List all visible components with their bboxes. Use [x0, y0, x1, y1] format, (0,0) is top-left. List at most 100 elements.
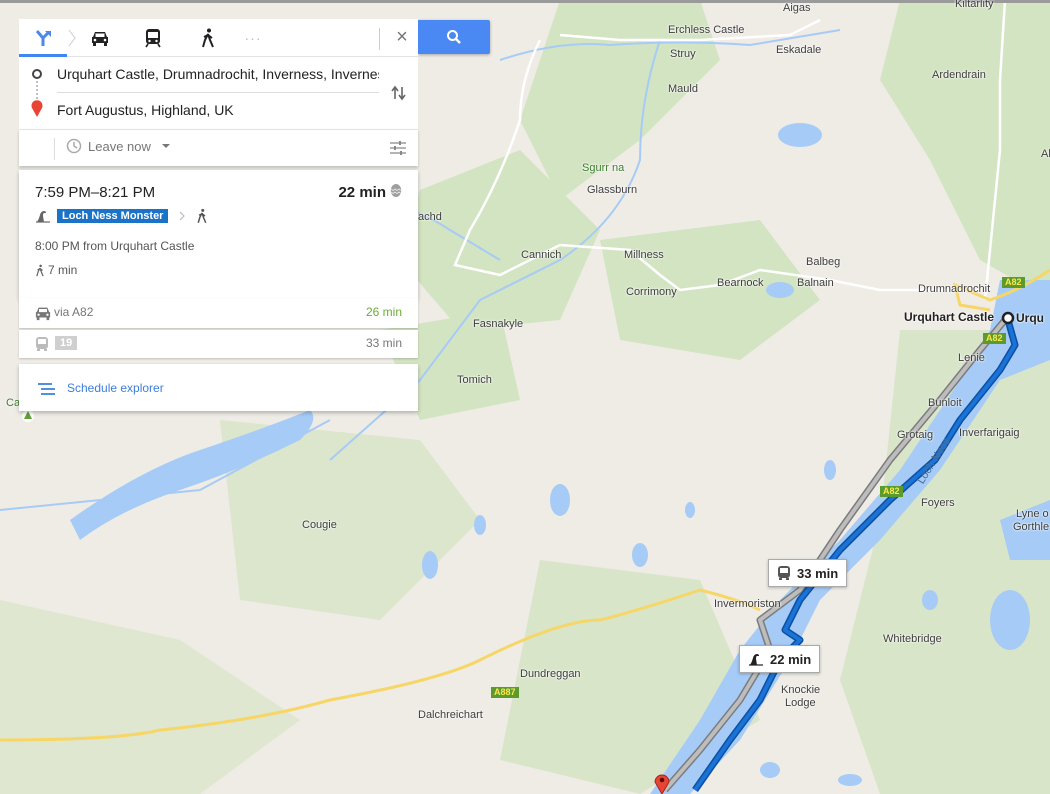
map-place-label: Eskadale [776, 44, 822, 56]
map-place-label: Sgurr na [582, 162, 625, 174]
more-icon: ··· [244, 29, 262, 46]
walk-icon [202, 28, 214, 47]
caret-down-icon [161, 144, 170, 148]
map-place-label: Cougie [302, 519, 337, 531]
schedule-explorer-link[interactable]: Schedule explorer [67, 381, 164, 395]
walk-time: 7 min [48, 263, 78, 277]
road-shield: A82 [880, 486, 903, 497]
loch-ness-monster-icon [36, 211, 50, 223]
map-place-label: Fasnakyle [473, 318, 524, 330]
departure-options-row: Leave now [19, 129, 418, 166]
route-options-button[interactable] [387, 138, 409, 158]
schedule-explorer-card[interactable]: Schedule explorer [19, 364, 418, 411]
map-place-label: achd [418, 211, 442, 223]
route-callout-loch-ness-monster[interactable]: 22 min [739, 645, 821, 673]
alternative-route-driving[interactable]: via A82 26 min [19, 298, 418, 328]
alternative-route-label: via A82 [54, 305, 94, 319]
swap-waypoints-button[interactable] [387, 81, 411, 105]
callout-duration: 33 min [797, 565, 839, 581]
divider [57, 92, 379, 93]
map-place-label: Urquhart Castle [904, 310, 995, 324]
mode-transit[interactable] [134, 19, 172, 56]
close-directions-button[interactable]: × [387, 19, 417, 56]
alternative-route-duration: 33 min [365, 336, 402, 350]
clock-icon [66, 138, 82, 154]
search-button[interactable] [418, 20, 490, 54]
callout-duration: 22 min [770, 651, 812, 667]
peak-marker [22, 410, 34, 422]
trip-departure-info: 8:00 PM from Urquhart Castle [35, 239, 195, 253]
map-place-label: Aigas [783, 2, 811, 14]
map-place-label: Glassburn [587, 184, 638, 196]
trip-time-range: 7:59 PM–8:21 PM [35, 184, 156, 201]
map-place-label: Tomich [457, 374, 492, 386]
map-place-label: Bearnock [717, 277, 764, 289]
road-shield: A82 [983, 333, 1006, 344]
bus-icon [778, 566, 790, 580]
bus-icon [36, 337, 48, 351]
chevron-right-icon [67, 19, 77, 56]
map-place-label: Ca [6, 397, 21, 409]
map-place-label: Dalchreichart [418, 709, 483, 721]
origin-marker[interactable] [1001, 311, 1015, 325]
road-shield: A82 [1002, 277, 1025, 288]
directions-icon [35, 29, 51, 46]
leave-now-label: Leave now [88, 138, 151, 154]
map-place-label: Cannich [521, 249, 562, 261]
map-place-label: Lyne o [1016, 508, 1049, 520]
loch-ness-monster-icon [749, 654, 763, 666]
close-icon: × [396, 26, 408, 48]
sliders-icon [390, 141, 406, 155]
map-place-label: Whitebridge [883, 633, 942, 645]
trip-duration: 22 min [338, 184, 386, 201]
map-place-label: Mauld [668, 83, 698, 95]
map-place-label: Dundreggan [520, 668, 581, 680]
road-shield: A887 [491, 687, 519, 698]
mode-best-route[interactable] [19, 19, 67, 57]
chevron-right-icon [180, 211, 186, 221]
alternative-route-duration: 26 min [365, 305, 402, 319]
mode-more[interactable]: ··· [234, 19, 272, 56]
car-icon [35, 307, 51, 321]
map-place-label: Millness [624, 249, 664, 261]
train-icon [145, 28, 161, 47]
walk-icon [36, 264, 44, 276]
transit-line-badge: Loch Ness Monster [57, 209, 169, 223]
trip-steps: Loch Ness Monster [35, 208, 208, 224]
map-place-label: Foyers [921, 497, 955, 509]
mode-driving[interactable] [81, 19, 119, 56]
mode-walking[interactable] [189, 19, 227, 56]
map-place-label: Urqu [1016, 311, 1044, 325]
map-place-label: Ab [1041, 148, 1050, 160]
window-top-border [0, 0, 1050, 3]
easter-egg-icon [390, 184, 402, 197]
route-endpoints-icon [31, 69, 43, 117]
map-place-label: Kiltarlity [955, 0, 994, 10]
map-place-label: Drumnadrochit [918, 283, 991, 295]
swap-icon [391, 85, 406, 101]
waypoints-panel [19, 57, 418, 129]
map-place-label: Inverfarigaig [959, 427, 1020, 439]
map-place-label: Lodge [785, 697, 816, 709]
destination-input[interactable] [57, 96, 379, 124]
map-place-label: Corrimony [626, 286, 677, 298]
map-place-label: Grotaig [897, 429, 934, 441]
map-place-label: Erchless Castle [668, 24, 745, 36]
car-icon [92, 31, 108, 46]
walk-icon [197, 208, 207, 224]
selected-trip-card[interactable]: 7:59 PM–8:21 PM 22 min Loch Ness Monster… [19, 170, 418, 298]
map-place-label: Invermoriston [714, 598, 781, 610]
travel-mode-bar: ··· × [19, 19, 418, 57]
route-callout-bus[interactable]: 33 min [768, 559, 848, 587]
map-place-label: Struy [670, 48, 696, 60]
origin-input[interactable] [57, 60, 379, 88]
search-icon [447, 30, 461, 44]
divider [54, 138, 55, 160]
map-place-label: Ardendrain [932, 69, 986, 81]
map-place-label: Balbeg [806, 256, 841, 268]
leave-now-dropdown[interactable]: Leave now [66, 138, 171, 154]
map-place-label: Bunloit [928, 397, 962, 409]
map-place-label: Gorthle [1013, 521, 1050, 533]
map-place-label: Knockie [781, 684, 821, 696]
alternative-route-bus[interactable]: 19 33 min [19, 330, 418, 358]
